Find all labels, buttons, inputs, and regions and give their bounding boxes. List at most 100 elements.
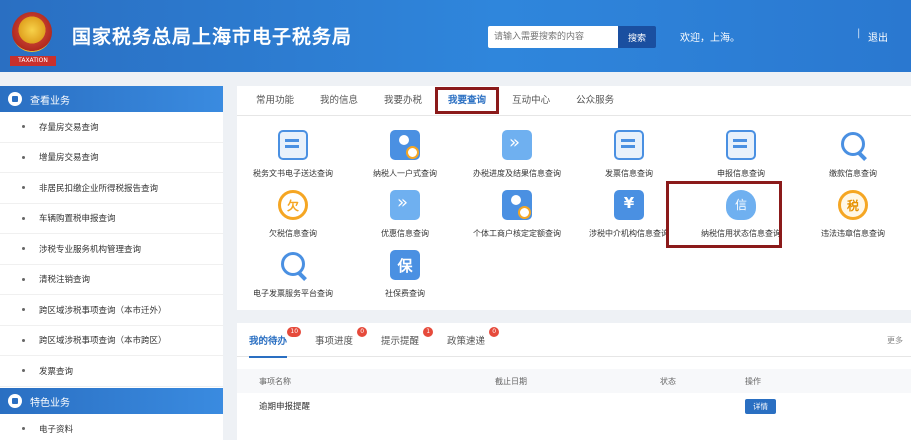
bullet-icon	[22, 125, 25, 129]
highlight-annotation	[666, 181, 782, 248]
sidebar-item[interactable]: 电子资料	[0, 414, 223, 440]
logout-link[interactable]: 退出	[868, 29, 888, 44]
sidebar-item-label: 跨区域涉税事项查询（本市跨区）	[39, 336, 167, 347]
service-item[interactable]: 发票信息查询	[573, 130, 685, 179]
agency-icon	[614, 190, 644, 220]
sidebar-item[interactable]: 清税注销查询	[0, 265, 223, 295]
service-item[interactable]: 优惠信息查询	[349, 190, 461, 239]
table-row: 逾期申报提醒 详情	[237, 393, 911, 419]
service-item[interactable]: 纳税人一户式查询	[349, 130, 461, 179]
sidebar-item-label: 存量房交易查询	[39, 122, 99, 133]
col-date: 截止日期	[495, 376, 527, 386]
bullet-icon	[22, 308, 25, 312]
services-panel: 常用功能 我的信息 我要办税 我要查询 互动中心 公众服务 税务文书电子送达查询…	[237, 86, 911, 310]
col-action: 操作	[745, 376, 761, 386]
tab-public-service[interactable]: 公众服务	[563, 86, 627, 115]
sidebar-section-label: 特色业务	[30, 397, 70, 409]
social-security-icon	[390, 250, 420, 280]
service-label: 缴款信息查询	[829, 169, 877, 178]
site-header: TAXATION 国家税务总局上海市电子税务局 搜索 欢迎，上海。 | 退出	[0, 0, 911, 72]
tab-label: 事项进度	[315, 335, 354, 347]
service-item[interactable]: 社保费查询	[349, 250, 461, 299]
document-icon	[278, 130, 308, 160]
search-input[interactable]	[488, 26, 618, 48]
sidebar-item[interactable]: 发票查询	[0, 356, 223, 387]
bullet-icon	[22, 155, 25, 159]
sidebar-item[interactable]: 跨区域涉税事项查询（本市迁外）	[0, 295, 223, 326]
service-item[interactable]: 欠税信息查询	[237, 190, 349, 239]
welcome-text: 欢迎，上海。	[680, 33, 740, 44]
detail-button[interactable]: 详情	[745, 398, 776, 414]
sidebar-item[interactable]: 跨区域涉税事项查询（本市跨区）	[0, 326, 223, 356]
service-label: 个体工商户核定定额查询	[473, 229, 561, 238]
service-item[interactable]: 申报信息查询	[685, 130, 797, 179]
sidebar-item[interactable]: 车辆购置税申报查询	[0, 204, 223, 234]
count-badge: 10	[287, 326, 302, 337]
bullet-icon	[22, 338, 25, 342]
service-item[interactable]: 税务文书电子送达查询	[237, 130, 349, 179]
service-item[interactable]: 缴款信息查询	[797, 130, 909, 179]
more-link[interactable]: 更多	[887, 335, 903, 346]
main-tabs: 常用功能 我的信息 我要办税 我要查询 互动中心 公众服务	[237, 86, 911, 116]
invoice-icon	[614, 130, 644, 160]
service-label: 申报信息查询	[717, 169, 765, 178]
search-button[interactable]: 搜索	[618, 26, 656, 48]
service-label: 办税进度及结果信息查询	[473, 169, 561, 178]
tab-my-todo[interactable]: 我的待办 10	[249, 326, 302, 358]
sidebar-item[interactable]: 非居民扣缴企业所得税报告查询	[0, 173, 223, 204]
sidebar-item[interactable]: 增量房交易查询	[0, 143, 223, 173]
service-item[interactable]: 违法违章信息查询	[797, 190, 909, 239]
tab-interaction[interactable]: 互动中心	[499, 86, 563, 115]
col-name: 事项名称	[259, 376, 291, 386]
bullet-icon	[22, 247, 25, 251]
service-label: 社保费查询	[385, 289, 425, 298]
business-icon	[502, 190, 532, 220]
tab-policy[interactable]: 政策速递 0	[447, 326, 500, 347]
row-action: 详情	[745, 398, 905, 414]
sidebar-item-label: 清税注销查询	[39, 275, 91, 286]
header-separator: |	[857, 28, 861, 39]
bullet-icon	[22, 277, 25, 281]
col-status: 状态	[660, 376, 676, 386]
tab-progress[interactable]: 事项进度 0	[315, 326, 368, 347]
service-item[interactable]: 个体工商户核定定额查询	[461, 190, 573, 239]
row-name: 逾期申报提醒	[259, 402, 311, 412]
sidebar-item-label: 车辆购置税申报查询	[39, 214, 116, 225]
site-title: 国家税务总局上海市电子税务局	[72, 26, 353, 48]
tab-label: 政策速递	[447, 335, 486, 347]
count-badge: 0	[357, 326, 368, 337]
tab-query[interactable]: 我要查询	[435, 86, 500, 115]
bullet-icon	[22, 186, 25, 190]
service-label: 违法违章信息查询	[821, 229, 885, 238]
sidebar-item-label: 发票查询	[39, 366, 74, 377]
service-label: 欠税信息查询	[269, 229, 317, 238]
bullet-icon	[22, 427, 25, 431]
section-icon	[8, 394, 22, 408]
sidebar-section-query[interactable]: 查看业务	[0, 86, 223, 112]
service-item[interactable]: 电子发票服务平台查询	[237, 250, 349, 299]
discount-icon	[390, 190, 420, 220]
service-label: 优惠信息查询	[381, 229, 429, 238]
sidebar-section-featured[interactable]: 特色业务	[0, 388, 223, 414]
magnifier-icon	[278, 250, 308, 280]
sidebar-item[interactable]: 涉税专业服务机构管理查询	[0, 234, 223, 265]
progress-icon	[502, 130, 532, 160]
service-label: 电子发票服务平台查询	[253, 289, 333, 298]
tab-common[interactable]: 常用功能	[243, 86, 307, 115]
tab-my-info[interactable]: 我的信息	[307, 86, 371, 115]
count-badge: 0	[489, 326, 500, 337]
sidebar-item-label: 非居民扣缴企业所得税报告查询	[39, 183, 159, 194]
tasks-panel: 我的待办 10 事项进度 0 提示提醒 1 政策速递 0 更多 事项名称 截止日期 状态…	[237, 323, 911, 440]
tab-reminders[interactable]: 提示提醒 1	[381, 326, 434, 347]
service-item[interactable]: 办税进度及结果信息查询	[461, 130, 573, 179]
sidebar-item[interactable]: 存量房交易查询	[0, 112, 223, 143]
violation-icon	[838, 190, 868, 220]
tab-tax-handling[interactable]: 我要办税	[371, 86, 435, 115]
declaration-icon	[726, 130, 756, 160]
tab-label: 提示提醒	[381, 335, 420, 347]
section-icon	[8, 92, 22, 106]
sidebar-item-label: 增量房交易查询	[39, 153, 99, 164]
tab-label: 我的待办	[249, 335, 288, 347]
task-tabs: 我的待办 10 事项进度 0 提示提醒 1 政策速递 0 更多	[237, 323, 911, 358]
sidebar: 查看业务 存量房交易查询 增量房交易查询 非居民扣缴企业所得税报告查询 车辆购置…	[0, 86, 223, 440]
